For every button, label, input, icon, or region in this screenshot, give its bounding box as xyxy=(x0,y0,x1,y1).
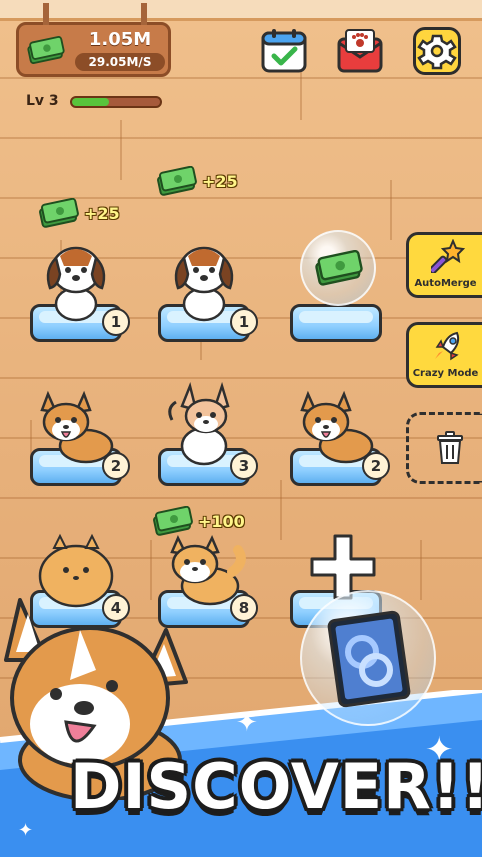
money-total: 1.05M xyxy=(88,29,152,50)
cash-icon xyxy=(315,250,363,286)
trash-drop-zone[interactable] xyxy=(406,412,482,484)
auto-merge-label: AutoMerge xyxy=(414,278,477,289)
level-progress-fill xyxy=(72,98,109,106)
cash-icon xyxy=(27,36,65,64)
dog-slot[interactable]: 1 xyxy=(158,222,268,342)
paw-mail-icon xyxy=(337,29,383,73)
dog-level-badge: 2 xyxy=(102,452,130,480)
dog-slot[interactable]: 2 xyxy=(290,366,400,486)
sparkle-icon: ✦ xyxy=(18,820,34,841)
dog-level-badge: 8 xyxy=(230,594,258,622)
trash-icon xyxy=(437,431,463,464)
cash-pop-amount: +25 xyxy=(84,203,120,223)
cash-pop-amount: +25 xyxy=(202,171,238,191)
dog-level-badge: 3 xyxy=(230,452,258,480)
gear-icon xyxy=(417,34,457,70)
calendar-button[interactable] xyxy=(260,27,308,75)
tablet-reward-bubble[interactable] xyxy=(300,590,436,726)
auto-merge-button[interactable]: AutoMerge xyxy=(406,232,482,298)
dog-level-badge: 1 xyxy=(102,308,130,336)
cash-bubble-slot[interactable] xyxy=(290,222,400,342)
crazy-mode-button[interactable]: Crazy Mode xyxy=(406,322,482,388)
money-rate: 29.05M/S xyxy=(75,53,165,71)
cash-icon xyxy=(157,166,197,196)
level-progress-bar xyxy=(70,96,162,108)
rocket-icon xyxy=(435,331,460,361)
dog-slot[interactable]: 1 xyxy=(30,222,140,342)
mail-button[interactable] xyxy=(336,27,384,75)
dog-slot[interactable]: 3 xyxy=(158,366,268,486)
sparkle-icon: ✦ xyxy=(236,708,258,738)
calendar-icon xyxy=(261,29,307,73)
dog-slot[interactable]: 2 xyxy=(30,366,140,486)
tablet-icon xyxy=(327,610,411,708)
dog-level-badge: 1 xyxy=(230,308,258,336)
top-wall xyxy=(0,0,482,21)
cash-pop: +25 xyxy=(156,166,238,196)
crazy-mode-label: Crazy Mode xyxy=(412,368,479,379)
magic-wand-icon xyxy=(431,239,465,273)
dog-cushion xyxy=(290,304,382,342)
money-panel: 1.05M 29.05M/S xyxy=(16,3,171,77)
settings-button[interactable] xyxy=(413,27,461,75)
level-label: Lv 3 xyxy=(26,93,59,109)
dog-level-badge: 2 xyxy=(362,452,390,480)
discover-headline: DISCOVER!! xyxy=(70,750,482,823)
